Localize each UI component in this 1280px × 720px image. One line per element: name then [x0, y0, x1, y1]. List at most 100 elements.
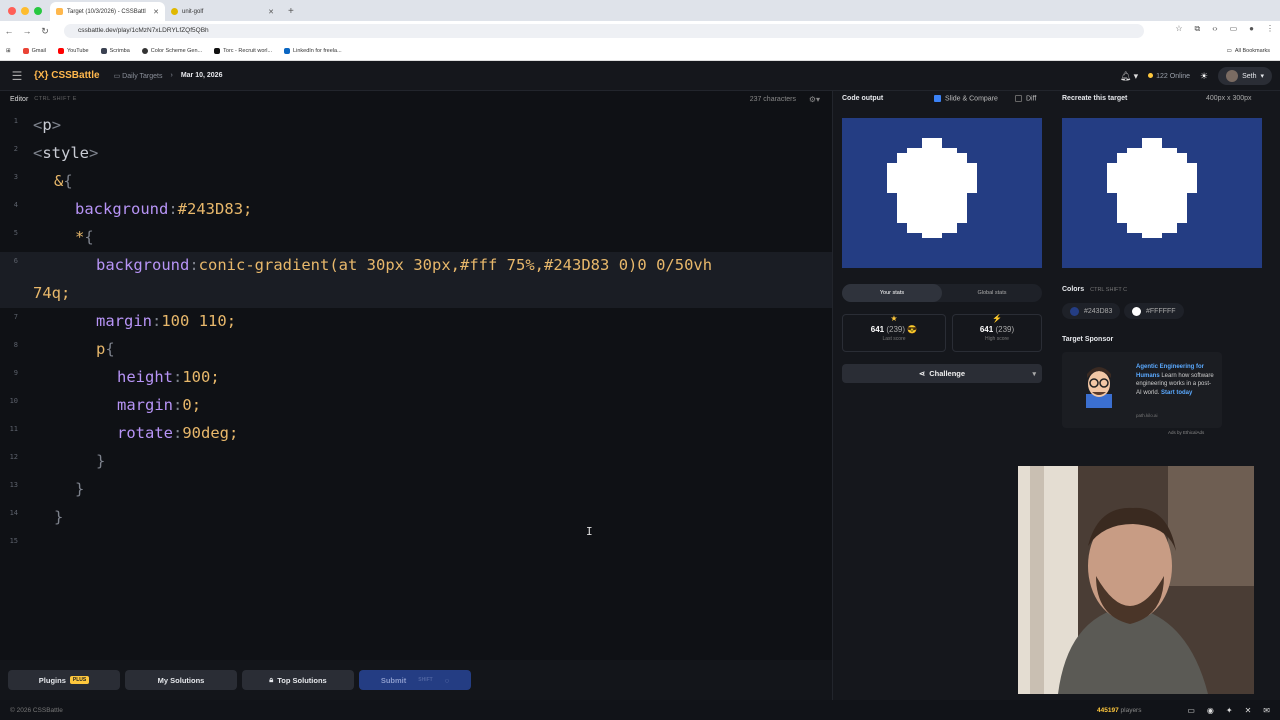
- user-name: Seth: [1242, 72, 1257, 80]
- sidepanel-icon[interactable]: ▭: [1230, 24, 1238, 34]
- bookmark-linkedin[interactable]: LinkedIn for freela...: [284, 47, 342, 54]
- theme-toggle-sun-icon[interactable]: ☀: [1200, 71, 1208, 82]
- chevron-right-icon: ›: [170, 72, 173, 79]
- linkedin-icon: [284, 47, 291, 54]
- submit-shortcut: SHIFT: [418, 677, 433, 683]
- apps-grid-icon[interactable]: ⊞: [6, 48, 11, 54]
- stats-tabs: Your stats Global stats: [842, 284, 1042, 302]
- line-number: 12: [9, 453, 18, 461]
- editor-shortcut: CTRL SHIFT E: [34, 96, 77, 102]
- players-count: 445197 players: [1097, 707, 1141, 714]
- tab-your-stats[interactable]: Your stats: [842, 284, 942, 302]
- target-canvas: [1062, 118, 1262, 268]
- close-tab-icon[interactable]: ✕: [153, 8, 159, 16]
- code-text: *{: [75, 228, 94, 246]
- bookmark-torc[interactable]: Torc - Recruit worl...: [214, 47, 272, 54]
- breadcrumb-daily-targets[interactable]: ▭ Daily Targets: [114, 72, 163, 80]
- cssbattle-favicon-icon: [56, 8, 63, 15]
- target-title: Recreate this target: [1062, 95, 1128, 102]
- mail-icon[interactable]: ✉: [1263, 706, 1270, 715]
- bookmark-scrimba[interactable]: Scrimba: [100, 47, 130, 54]
- code-output-canvas[interactable]: [842, 118, 1042, 268]
- close-tab-icon[interactable]: ✕: [268, 8, 274, 16]
- last-score-label: Last score: [882, 336, 906, 342]
- extensions-icon[interactable]: ⧉: [1195, 24, 1201, 34]
- notifications-bell-icon[interactable]: 🔔︎ ▾: [1120, 71, 1138, 82]
- browser-tab-cssbattle[interactable]: Target (10/3/2026) - CSSBattl ✕: [50, 2, 165, 21]
- hamburger-menu-icon[interactable]: ☰: [0, 69, 34, 83]
- all-bookmarks[interactable]: ▭ All Bookmarks: [1227, 48, 1270, 54]
- ads-by-label[interactable]: Ads by EthicalAds: [1168, 430, 1204, 435]
- bookmark-label: Color Scheme Gen...: [150, 47, 203, 54]
- challenge-button[interactable]: ⋖ Challenge ▾: [842, 364, 1042, 383]
- url-input[interactable]: cssbattle.dev/play/1cMzN7xLDRYLfZQf5QBh: [64, 24, 1144, 38]
- new-tab-button[interactable]: +: [280, 2, 302, 21]
- high-score-label: High score: [985, 336, 1009, 342]
- color-swatch-white[interactable]: #FFFFFF: [1124, 303, 1184, 319]
- reload-icon[interactable]: ↻: [36, 26, 54, 37]
- line-number: 9: [13, 369, 18, 377]
- browser-tab-unit-golf[interactable]: unit-golf ✕: [165, 2, 280, 21]
- maximize-window-button[interactable]: [34, 6, 42, 15]
- back-icon[interactable]: ←: [0, 26, 18, 36]
- last-score-value: 641: [870, 325, 885, 334]
- color-swatch-blue[interactable]: #243D83: [1062, 303, 1121, 319]
- cssbattle-logo[interactable]: {X} CSSBattle: [34, 70, 100, 81]
- sponsor-title: Target Sponsor: [1062, 336, 1114, 343]
- submit-button[interactable]: Submit SHIFT ◌: [359, 670, 471, 690]
- code-text: p{: [96, 340, 115, 358]
- bookmark-gmail[interactable]: Gmail: [22, 47, 46, 54]
- x-twitter-icon[interactable]: ✕: [1245, 706, 1252, 715]
- colors-shortcut: CTRL SHIFT C: [1090, 287, 1128, 293]
- challenge-label: Challenge: [929, 369, 966, 378]
- forward-icon[interactable]: →: [18, 26, 36, 36]
- user-menu[interactable]: Seth ▾: [1218, 67, 1272, 85]
- chevron-down-icon[interactable]: ▾: [1032, 370, 1036, 378]
- line-number: 5: [13, 229, 18, 237]
- editor-header: Editor CTRL SHIFT E 237 characters ⚙▾: [0, 91, 832, 107]
- sponsor-cta[interactable]: Start today: [1161, 390, 1192, 396]
- discord-icon[interactable]: ◉: [1207, 706, 1214, 715]
- webcam-video-overlay: [1018, 466, 1254, 694]
- diff-toggle[interactable]: Diff: [1015, 95, 1036, 102]
- bookmark-youtube[interactable]: YouTube: [57, 47, 89, 54]
- code-text: margin:0;: [117, 396, 202, 414]
- color-scheme-icon: [141, 47, 148, 54]
- high-score-card: ⚡ 641 (239) High score: [952, 314, 1042, 352]
- my-solutions-button[interactable]: My Solutions: [125, 670, 237, 690]
- bookmarks-bar: ⊞ Gmail YouTube Scrimba Color Scheme Gen…: [0, 41, 1280, 61]
- color-hex: #243D83: [1084, 307, 1113, 315]
- line-number: 15: [9, 537, 18, 545]
- code-text: <style>: [33, 144, 99, 162]
- sponsor-ad[interactable]: Agentic Engineering for Humans Learn how…: [1062, 352, 1222, 428]
- editor-settings-gear-icon[interactable]: ⚙▾: [809, 95, 820, 104]
- close-window-button[interactable]: [8, 6, 16, 15]
- slide-compare-toggle[interactable]: Slide & Compare: [934, 95, 998, 102]
- plugins-label: Plugins: [38, 675, 66, 685]
- monitor-icon[interactable]: ▭: [1187, 706, 1195, 715]
- profile-icon[interactable]: ●: [1249, 24, 1254, 34]
- last-score-card: ★ 641 (239) 😎 Last score: [842, 314, 946, 352]
- minimize-window-button[interactable]: [21, 6, 29, 15]
- bookmark-label: LinkedIn for freela...: [293, 47, 342, 54]
- devtools-icon[interactable]: ‹›: [1212, 24, 1217, 34]
- editor-actions: Plugins PLUS My Solutions 🔒︎ Top Solutions…: [0, 660, 832, 700]
- line-number: 10: [9, 397, 18, 405]
- tab-global-stats[interactable]: Global stats: [942, 284, 1042, 302]
- bookmark-star-icon[interactable]: ☆: [1175, 24, 1182, 34]
- sponsor-text: Agentic Engineering for Humans Learn how…: [1136, 363, 1216, 397]
- share-icon: ⋖: [918, 369, 926, 378]
- plugins-button[interactable]: Plugins PLUS: [8, 670, 120, 690]
- code-text: &{: [54, 172, 73, 190]
- bookmark-label: Scrimba: [109, 47, 130, 54]
- top-solutions-button[interactable]: 🔒︎ Top Solutions: [242, 670, 354, 690]
- lock-icon: 🔒︎: [269, 675, 274, 684]
- bluesky-icon[interactable]: ✦: [1226, 706, 1233, 715]
- code-text: background:conic-gradient(at 30px 30px,#…: [96, 256, 713, 274]
- line-number: 13: [9, 481, 18, 489]
- line-number: 6: [13, 257, 18, 265]
- code-editor[interactable]: 1 <p> 2 <style> 3 &{4 background:#243D83; 5 *{6 b…: [0, 107, 832, 660]
- bookmark-color-scheme[interactable]: Color Scheme Gen...: [141, 47, 203, 54]
- browser-menu-icon[interactable]: ⋮: [1266, 24, 1274, 34]
- avatar: [1226, 70, 1239, 82]
